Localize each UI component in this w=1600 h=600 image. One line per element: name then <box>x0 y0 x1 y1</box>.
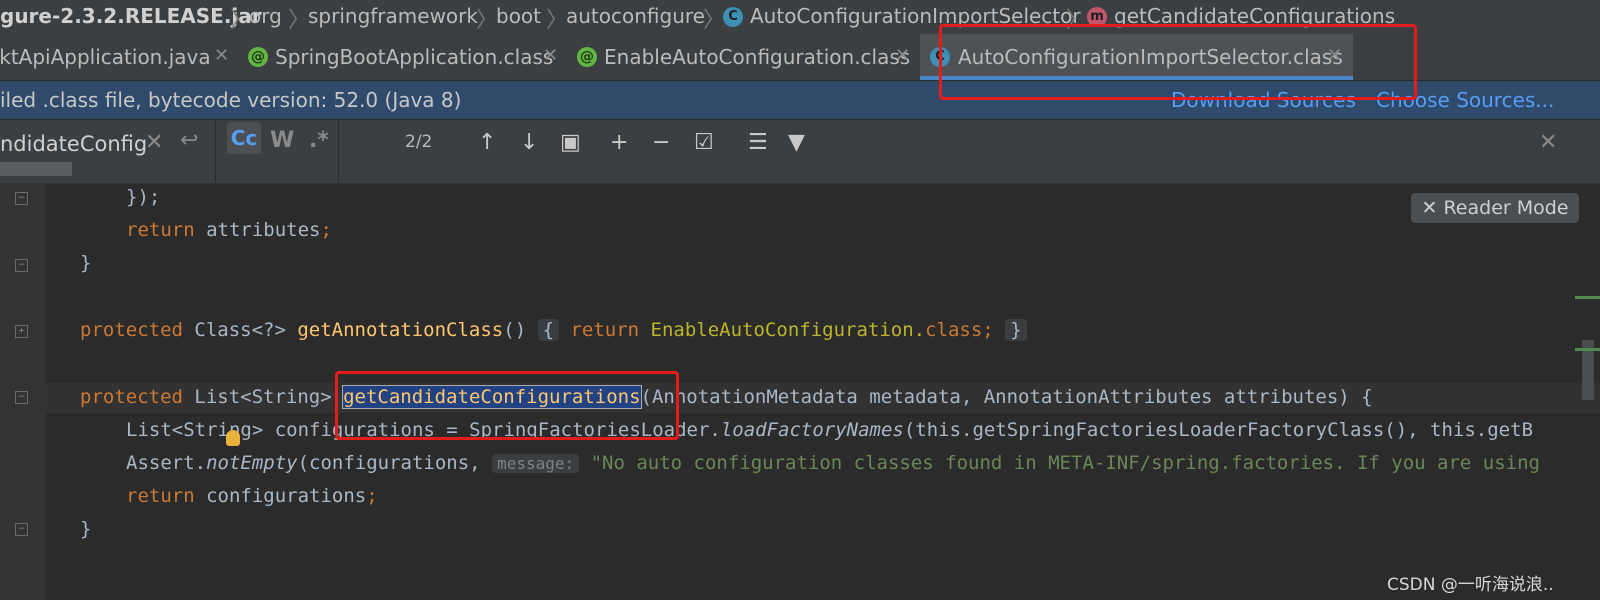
breadcrumb-separator: 〉 <box>476 8 499 33</box>
code-line: protected Class<?> getAnnotationClass() … <box>80 319 1027 341</box>
breadcrumb-item-autoconfigure[interactable]: autoconfigure <box>566 4 705 28</box>
close-icon: ✕ <box>1421 197 1444 219</box>
words-toggle[interactable]: W <box>270 128 294 153</box>
divider <box>215 120 216 182</box>
annotation-box-tab <box>939 24 1417 100</box>
code-text: configurations <box>194 485 367 507</box>
match-count: 2/2 <box>405 132 433 152</box>
code-text: Class<?> <box>182 319 298 341</box>
search-scrollbar <box>0 162 72 176</box>
next-occurrence-icon[interactable]: ↓ <box>520 130 538 155</box>
keyword: return <box>126 219 195 241</box>
keyword: protected <box>80 386 183 408</box>
annotation-box-method <box>335 371 679 440</box>
breadcrumb-separator: 〉 <box>703 8 726 33</box>
clear-icon[interactable]: ✕ <box>145 130 163 155</box>
code-text: Assert. <box>126 452 207 474</box>
parameter-hint: message: <box>492 454 580 473</box>
previous-occurrence-icon[interactable]: ↑ <box>478 130 496 155</box>
close-find-icon[interactable]: ✕ <box>1539 130 1557 155</box>
code-line: } <box>80 252 91 274</box>
new-line-icon[interactable]: ↩ <box>180 128 198 153</box>
fold-marker-icon[interactable]: − <box>15 192 28 205</box>
match-case-toggle[interactable]: Cc <box>227 122 261 154</box>
semicolon: ; <box>366 485 378 507</box>
code-text: }); <box>126 186 161 208</box>
divider <box>338 120 339 182</box>
code-text: List<String> <box>182 386 344 408</box>
search-input[interactable]: ndidateConfig <box>0 132 147 156</box>
fold-marker-icon[interactable]: − <box>15 391 28 404</box>
tab-label: EnableAutoConfiguration.class <box>604 45 911 69</box>
folded-brace[interactable]: { <box>537 319 560 341</box>
string-literal: "No auto configuration classes found in … <box>579 452 1540 474</box>
close-icon[interactable]: ✕ <box>895 45 910 66</box>
breadcrumb-separator: 〉 <box>546 8 569 33</box>
annotation-icon: @ <box>248 47 268 67</box>
breadcrumb-item-org[interactable]: org <box>249 4 282 28</box>
breadcrumb-item-boot[interactable]: boot <box>496 4 541 28</box>
method-call: notEmpty <box>206 452 298 474</box>
lightbulb-icon[interactable] <box>226 430 240 446</box>
fold-marker-icon[interactable]: − <box>15 523 28 536</box>
semicolon: ; <box>982 319 1006 341</box>
reader-mode-button[interactable]: ✕ Reader Mode <box>1411 193 1579 223</box>
fold-marker-icon[interactable]: − <box>15 259 28 272</box>
fold-marker-icon[interactable]: + <box>15 325 28 338</box>
filter-options-icon[interactable]: ☰ <box>748 130 768 155</box>
code-text: } <box>80 252 92 274</box>
code-line: }); <box>126 186 160 208</box>
breadcrumb-item-springframework[interactable]: springframework <box>308 4 478 28</box>
code-text: (configurations, <box>297 452 493 474</box>
method-call: loadFactoryNames <box>720 419 904 441</box>
breadcrumb-separator: 〉 <box>288 8 311 33</box>
filter-icon[interactable]: ▼ <box>788 130 805 155</box>
code-text: () <box>503 319 538 341</box>
folded-brace[interactable]: } <box>1005 319 1027 341</box>
regex-toggle[interactable]: .* <box>309 128 329 153</box>
class-icon: C <box>723 7 743 27</box>
code-line: protected List<String> getCandidateConfi… <box>80 385 1373 409</box>
code-line: return attributes; <box>126 219 332 241</box>
breadcrumb-jar[interactable]: gure-2.3.2.RELEASE.jar <box>0 4 262 28</box>
change-marker <box>1575 296 1600 299</box>
code-text: (this.getSpringFactoriesLoaderFactoryCla… <box>903 419 1534 441</box>
close-icon[interactable]: ✕ <box>214 45 229 66</box>
select-all-occurrences-icon[interactable]: ☑ <box>694 130 714 155</box>
tab-label: SpringBootApplication.class <box>275 45 554 69</box>
code-line: Assert.notEmpty(configurations, message:… <box>126 452 1540 474</box>
banner-message: iled .class file, bytecode version: 52.0… <box>0 88 462 112</box>
tab-mktapiapplication[interactable]: MktApiApplication.java ✕ <box>0 34 237 80</box>
keyword: return <box>559 319 651 341</box>
code-line: } <box>80 518 91 540</box>
keyword: class <box>925 319 983 341</box>
keyword: return <box>126 485 195 507</box>
select-all-icon[interactable]: ▣ <box>560 130 581 155</box>
code-line: return configurations; <box>126 485 378 507</box>
change-marker <box>1575 348 1600 351</box>
tab-label: MktApiApplication.java <box>0 45 211 69</box>
tab-enableautoconfiguration[interactable]: @ EnableAutoConfiguration.class ✕ <box>567 34 919 80</box>
keyword: protected <box>80 319 183 341</box>
code-text: (AnnotationMetadata metadata, Annotation… <box>640 386 1373 408</box>
method-name: getAnnotationClass <box>297 319 504 341</box>
watermark: CSDN @一听海说浪.. <box>1387 575 1554 595</box>
class-ref: EnableAutoConfiguration. <box>650 319 926 341</box>
tab-springbootapplication[interactable]: @ SpringBootApplication.class ✕ <box>238 34 566 80</box>
close-icon[interactable]: ✕ <box>543 45 558 66</box>
code-text: attributes <box>194 219 321 241</box>
semicolon: ; <box>320 219 332 241</box>
remove-occurrence-icon[interactable]: − <box>652 130 670 155</box>
annotation-icon: @ <box>577 47 597 67</box>
add-occurrence-icon[interactable]: + <box>610 130 628 155</box>
code-text: } <box>80 518 92 540</box>
reader-mode-label: Reader Mode <box>1443 197 1569 219</box>
